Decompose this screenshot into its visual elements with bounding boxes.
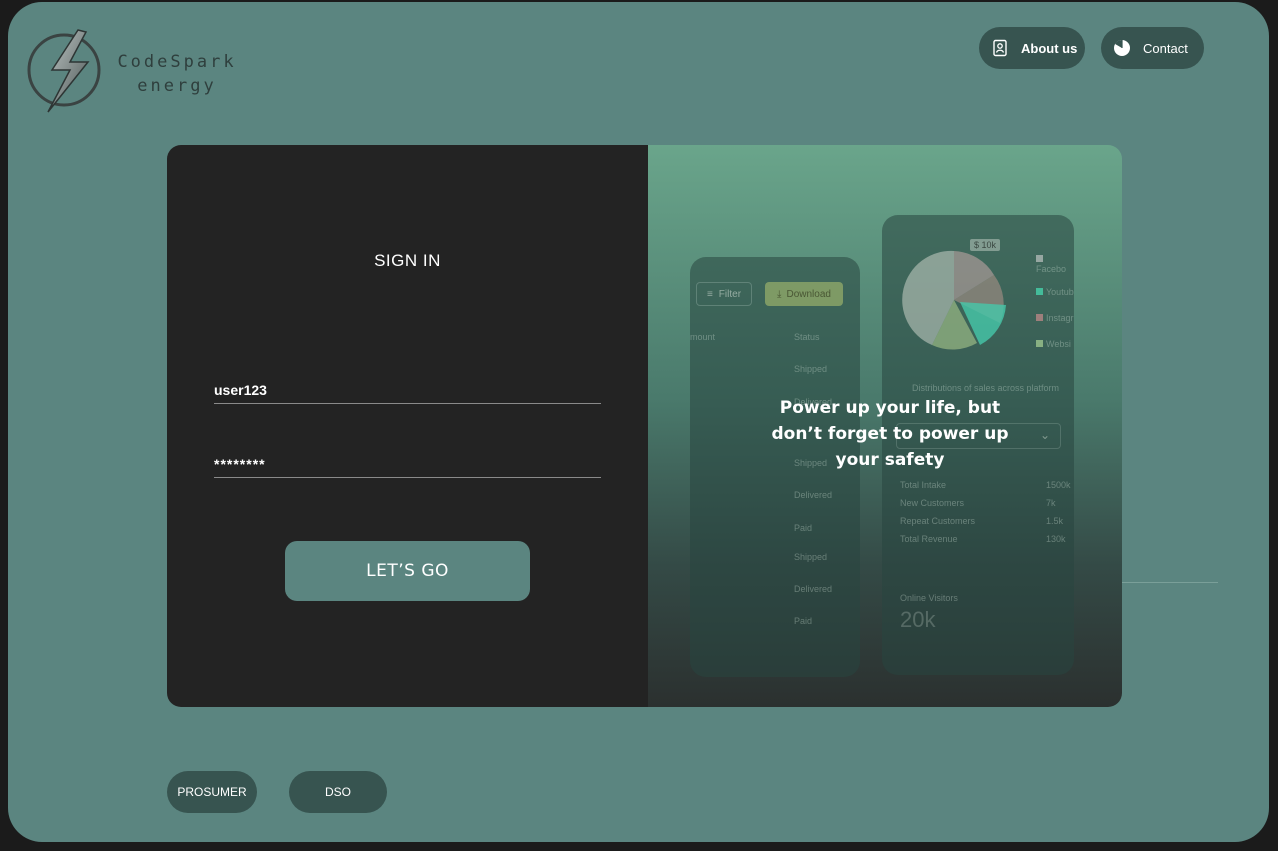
mock-col-amount: mount: [690, 332, 716, 342]
about-us-label: About us: [1021, 40, 1078, 56]
mock-caption: Distributions of sales across platform: [912, 383, 1060, 393]
mock-status: Shipped: [794, 364, 828, 374]
mock-legend-item: Youtub: [1046, 287, 1074, 297]
mock-stat-value: 1.5k: [1046, 516, 1064, 526]
brand-logo[interactable]: CodeSpark energy: [22, 26, 252, 118]
mock-stat-value: 130k: [1046, 534, 1066, 544]
mock-legend-item: Websi: [1046, 339, 1071, 349]
mock-stat-value: 7k: [1046, 498, 1056, 508]
signin-panel: SIGN IN LET’S GO: [167, 145, 648, 707]
contact-button[interactable]: Contact: [1101, 27, 1204, 69]
brand-name: CodeSpark energy: [102, 50, 252, 98]
mock-filter-button: ≡ Filter: [696, 282, 752, 306]
password-input[interactable]: [214, 442, 601, 478]
mock-stat-value: 1500k: [1046, 480, 1071, 490]
about-us-button[interactable]: About us: [979, 27, 1085, 69]
pie-chart-icon: [1113, 39, 1131, 57]
prosumer-button[interactable]: PROSUMER: [167, 771, 257, 813]
promo-tagline: Power up your life, but don’t forget to …: [771, 398, 1009, 470]
signin-card: SIGN IN LET’S GO ≡ Filter ⤓ Download mou…: [167, 145, 1122, 707]
mock-legend-item: Facebo: [1036, 264, 1067, 274]
mock-status: Shipped: [794, 552, 828, 562]
mock-visitors-label: Online Visitors: [900, 593, 958, 603]
app-frame: CodeSpark energy About us Contact SIGN I…: [8, 2, 1269, 842]
filter-icon: ≡: [706, 288, 713, 300]
mock-status: Paid: [794, 523, 813, 533]
dso-button[interactable]: DSO: [289, 771, 387, 813]
mock-badge: $ 10k: [970, 239, 1001, 251]
contact-label: Contact: [1143, 40, 1188, 56]
mock-legend-item: Instagr: [1046, 313, 1074, 323]
mock-download-button: ⤓ Download: [765, 282, 843, 306]
brand-name-line2: energy: [137, 76, 217, 96]
signin-title: SIGN IN: [374, 251, 441, 270]
mock-status: Paid: [794, 616, 813, 626]
mock-filter-label: Filter: [718, 288, 742, 300]
mock-legend: Facebo Youtub Instagr Websi: [1036, 254, 1074, 349]
mock-stat-label: Total Intake: [900, 480, 947, 490]
mock-visitors-value: 20k: [900, 607, 936, 632]
brand-name-line1: CodeSpark: [117, 52, 237, 72]
contact-card-icon: [991, 39, 1009, 57]
mock-stat-label: Repeat Customers: [900, 516, 976, 526]
divider: [1122, 582, 1218, 583]
lets-go-button[interactable]: LET’S GO: [285, 541, 530, 601]
username-input[interactable]: [214, 368, 601, 404]
mock-status: Delivered: [794, 490, 833, 500]
mock-download-label: Download: [786, 288, 831, 300]
lightning-bolt-logo: [27, 29, 101, 113]
chevron-down-icon: ⌄: [1039, 428, 1050, 442]
download-icon: ⤓: [777, 288, 782, 300]
mock-pie-chart: [902, 250, 1006, 350]
mock-status: Delivered: [794, 584, 833, 594]
mock-col-status: Status: [794, 332, 820, 342]
mock-stat-label: New Customers: [900, 498, 965, 508]
promo-panel: ≡ Filter ⤓ Download mount Status Shipped…: [648, 145, 1122, 707]
mock-stat-label: Total Revenue: [900, 534, 958, 544]
